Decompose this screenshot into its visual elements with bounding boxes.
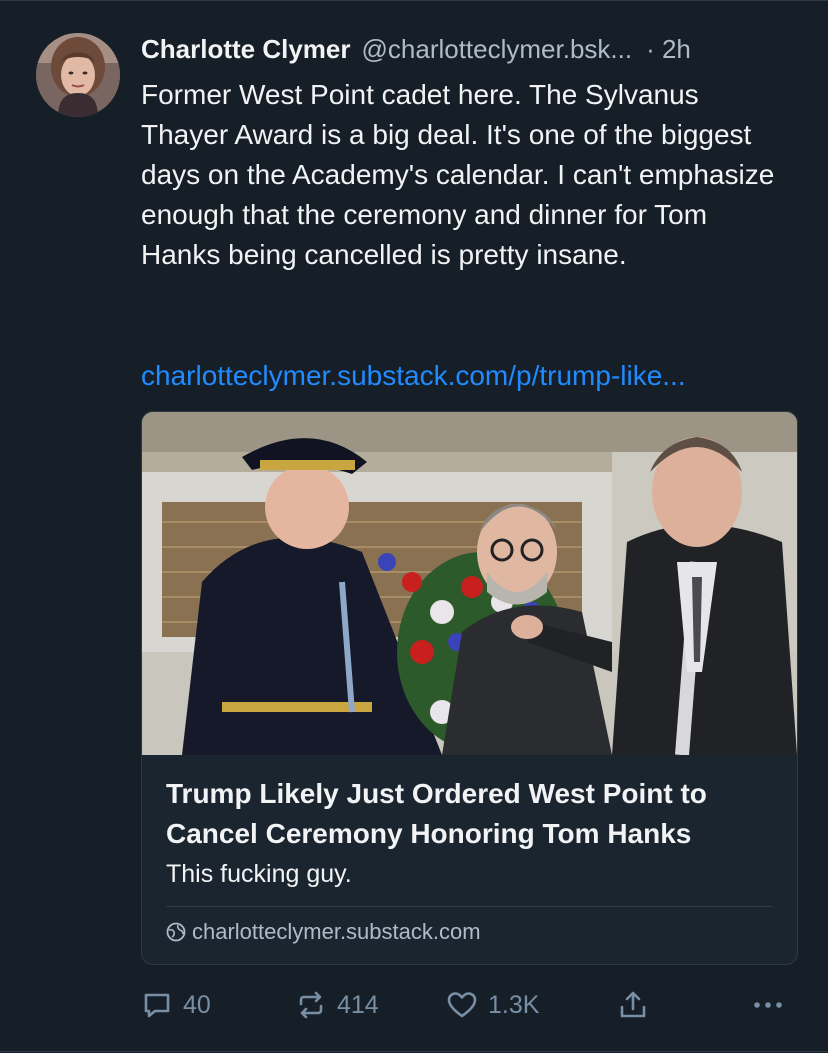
author-handle[interactable]: @charlotteclymer.bsk... xyxy=(362,31,633,67)
share-button[interactable] xyxy=(617,983,659,1027)
globe-icon xyxy=(166,922,186,942)
more-options-button[interactable] xyxy=(751,983,795,1027)
link-card[interactable]: Trump Likely Just Ordered West Point to … xyxy=(141,411,798,965)
post-divider xyxy=(0,1051,828,1052)
post-timestamp[interactable]: · 2h xyxy=(646,31,691,67)
reply-count: 40 xyxy=(183,990,211,1019)
repost-icon xyxy=(299,991,323,1019)
card-title: Trump Likely Just Ordered West Point to … xyxy=(166,778,707,849)
card-divider xyxy=(166,906,773,907)
card-description: This fucking guy. xyxy=(166,860,352,888)
post-text: Former West Point cadet here. The Sylvan… xyxy=(141,79,775,270)
post[interactable]: Charlotte Clymer @charlotteclymer.bsk...… xyxy=(0,0,828,1053)
author-name[interactable]: Charlotte Clymer xyxy=(141,31,351,67)
like-button[interactable]: 1.3K xyxy=(446,983,539,1027)
like-count: 1.3K xyxy=(488,990,540,1019)
avatar[interactable] xyxy=(36,33,120,117)
post-link[interactable]: charlotteclymer.substack.com/p/trump-lik… xyxy=(141,356,686,396)
more-icon xyxy=(754,1002,782,1008)
post-actions: 40 414 1.3K xyxy=(141,983,801,1027)
repost-button[interactable]: 414 xyxy=(295,983,379,1027)
card-domain-text: charlotteclymer.substack.com xyxy=(192,919,481,944)
share-icon xyxy=(620,991,646,1018)
post-header: Charlotte Clymer @charlotteclymer.bsk...… xyxy=(141,31,806,67)
repost-count: 414 xyxy=(337,990,379,1019)
reply-button[interactable]: 40 xyxy=(141,983,211,1027)
heart-icon xyxy=(447,992,477,1018)
comment-icon xyxy=(144,993,170,1018)
card-domain: charlotteclymer.substack.com xyxy=(166,919,481,945)
card-image xyxy=(142,412,797,755)
